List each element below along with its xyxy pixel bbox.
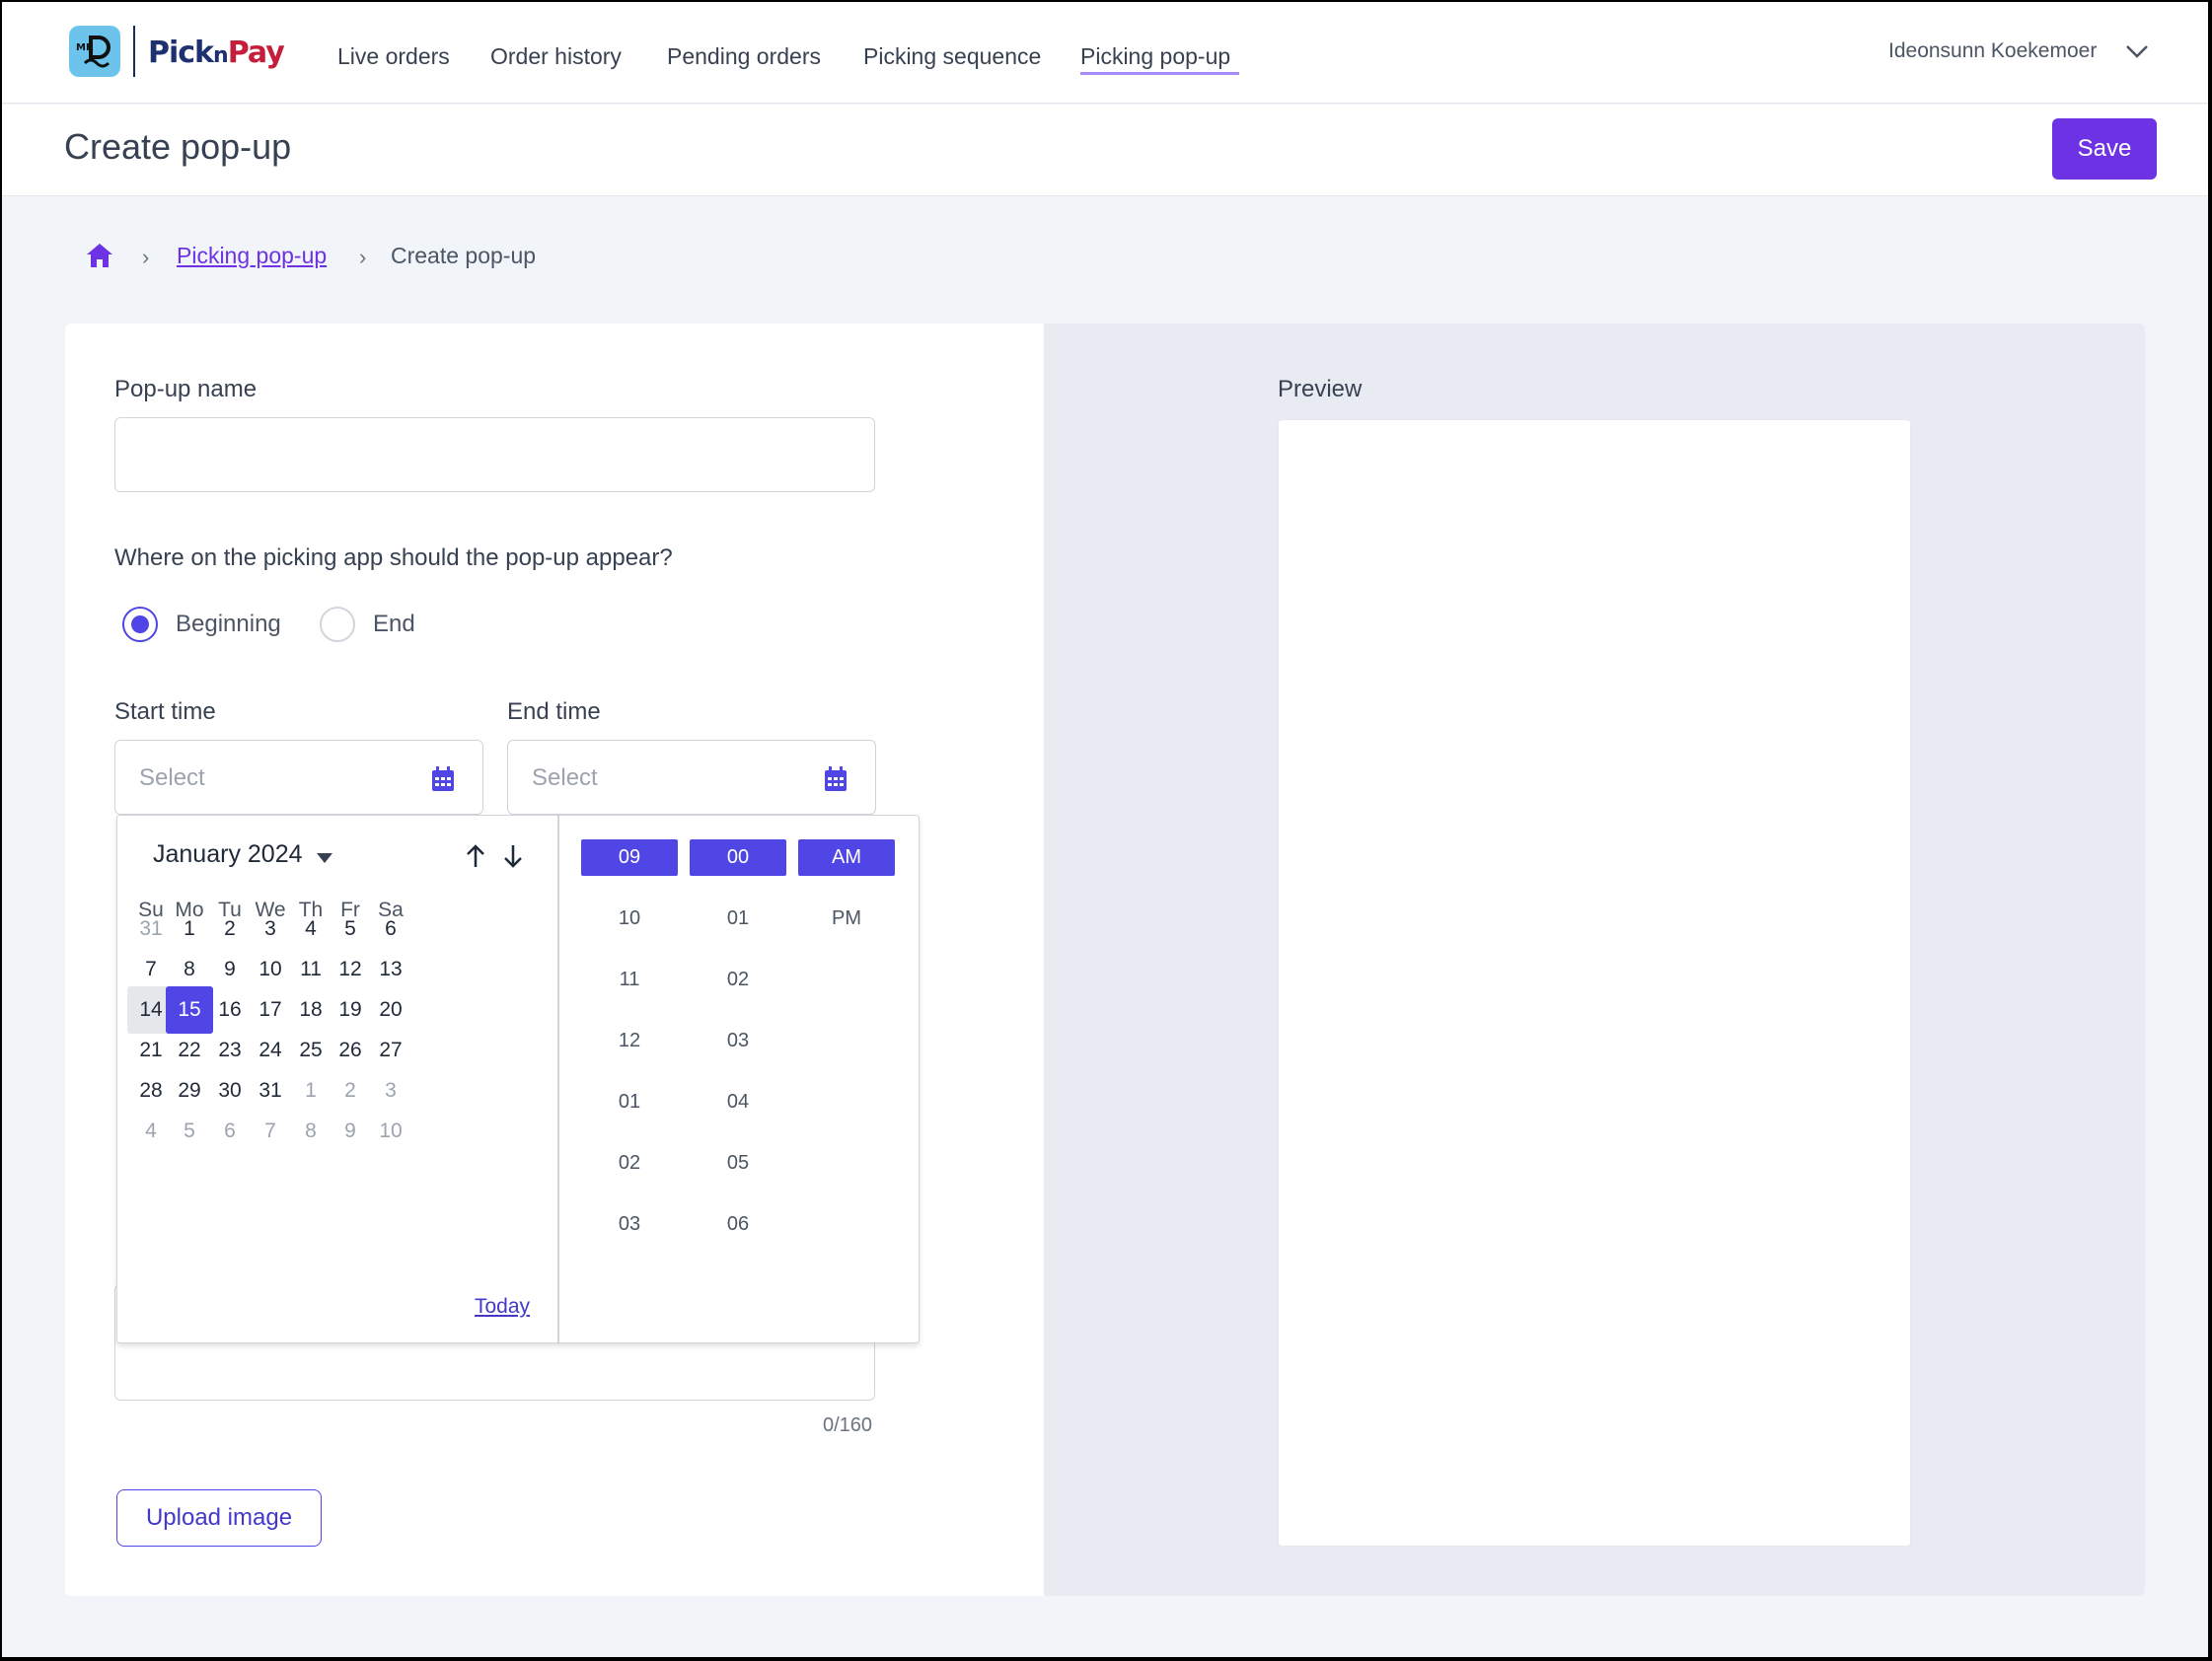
active-nav-indicator	[1080, 72, 1239, 75]
popup-name-label: Pop-up name	[114, 376, 258, 402]
hour-option[interactable]: 10	[581, 901, 678, 937]
breadcrumb-link-picking-popup[interactable]: Picking pop-up	[177, 243, 327, 269]
minute-option[interactable]: 05	[690, 1145, 786, 1182]
home-icon[interactable]	[85, 242, 114, 269]
top-navigation: MR PicknPay Live orders Order history Pe…	[2, 2, 2208, 104]
app-window: MR PicknPay Live orders Order history Pe…	[2, 2, 2208, 1657]
start-time-placeholder: Select	[139, 764, 205, 791]
pick-n-pay-logo: PicknPay	[148, 36, 285, 70]
minute-option[interactable]: 04	[690, 1084, 786, 1120]
hour-option[interactable]: 11	[581, 962, 678, 998]
radio-beginning-label[interactable]: Beginning	[176, 611, 281, 638]
end-time-placeholder: Select	[532, 764, 598, 791]
end-time-input[interactable]: Select	[507, 740, 876, 815]
breadcrumb-separator: ›	[142, 245, 150, 269]
minute-option[interactable]: 02	[690, 962, 786, 998]
hour-option[interactable]: 01	[581, 1084, 678, 1120]
caret-down-icon[interactable]	[317, 853, 332, 863]
calendar-icon[interactable]	[824, 766, 848, 792]
mr-d-logo-mark: MR	[76, 36, 111, 68]
end-time-label: End time	[507, 698, 601, 725]
hour-option[interactable]: 09	[581, 839, 678, 876]
breadcrumb-current: Create pop-up	[391, 243, 537, 268]
month-year-selector[interactable]: January 2024	[153, 840, 303, 869]
nav-link-pending-orders[interactable]: Pending orders	[667, 43, 821, 70]
minute-option[interactable]: 03	[690, 1023, 786, 1059]
page-title: Create pop-up	[64, 126, 292, 167]
logo-divider	[133, 26, 135, 77]
save-button[interactable]: Save	[2052, 118, 2157, 180]
arrow-up-icon[interactable]	[465, 843, 486, 869]
arrow-down-icon[interactable]	[502, 843, 524, 869]
minute-option[interactable]: 00	[690, 839, 786, 876]
upload-image-button[interactable]: Upload image	[116, 1489, 322, 1547]
meridiem-option[interactable]: PM	[798, 901, 895, 937]
start-time-label: Start time	[114, 698, 216, 725]
radio-end[interactable]	[320, 607, 355, 642]
today-link[interactable]: Today	[475, 1295, 530, 1319]
radio-end-label[interactable]: End	[373, 611, 415, 638]
calendar-day[interactable]: 10	[367, 1108, 414, 1155]
meridiem-option[interactable]: AM	[798, 839, 895, 876]
radio-beginning[interactable]	[122, 607, 158, 642]
minute-option[interactable]: 01	[690, 901, 786, 937]
preview-area	[1278, 419, 1911, 1547]
hour-option[interactable]: 02	[581, 1145, 678, 1182]
hour-option[interactable]: 12	[581, 1023, 678, 1059]
breadcrumb-separator: ›	[359, 245, 367, 269]
user-menu-name[interactable]: Ideonsunn Koekemoer	[1888, 39, 2097, 63]
page-header: Create pop-up Save	[2, 105, 2208, 196]
mr-d-logo[interactable]: MR	[69, 26, 120, 77]
picker-divider	[557, 816, 559, 1344]
calendar-icon[interactable]	[431, 766, 455, 792]
start-time-input[interactable]: Select	[114, 740, 483, 815]
nav-link-order-history[interactable]: Order history	[490, 43, 622, 70]
hour-option[interactable]: 03	[581, 1206, 678, 1243]
minute-option[interactable]: 06	[690, 1206, 786, 1243]
chevron-down-icon[interactable]	[2123, 39, 2151, 63]
popup-name-input[interactable]	[114, 417, 875, 492]
preview-label: Preview	[1278, 376, 1363, 402]
nav-link-live-orders[interactable]: Live orders	[337, 43, 450, 70]
placement-question: Where on the picking app should the pop-…	[114, 544, 673, 571]
nav-link-picking-sequence[interactable]: Picking sequence	[863, 43, 1041, 70]
datetime-picker-popup: January 2024 Su Mo Tu We Th Fr Sa 31 1 2 3 4 5 6 7 8 9 1…	[116, 815, 920, 1344]
nav-link-picking-popup[interactable]: Picking pop-up	[1080, 43, 1230, 70]
message-char-counter: 0/160	[823, 1414, 873, 1436]
